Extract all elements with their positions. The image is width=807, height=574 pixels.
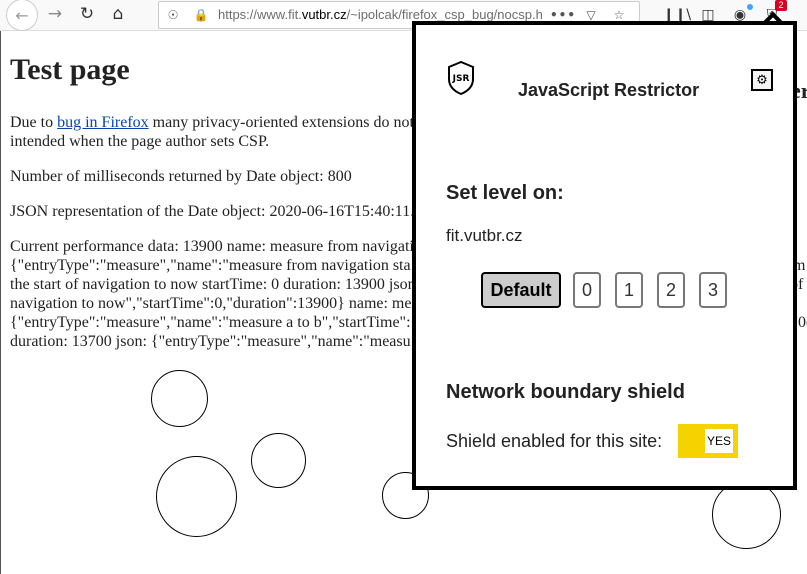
shield-label: Shield enabled for this site: (446, 431, 663, 451)
page-title: Test page (10, 53, 130, 86)
settings-button[interactable]: ⚙ (751, 69, 773, 91)
popup-title: JavaScript Restrictor (518, 80, 700, 100)
level-button-2[interactable]: 2 (657, 272, 685, 308)
jsr-popup: JSR JavaScript Restrictor ⚙ Set level on… (412, 21, 797, 490)
home-button[interactable]: ⌂ (103, 0, 133, 28)
level-button-3[interactable]: 3 (699, 272, 727, 308)
level-button-default[interactable]: Default (481, 272, 561, 308)
extension-badge: 2 (775, 0, 787, 11)
arrow-left-icon: ← (15, 5, 29, 25)
reload-icon: ↻ (79, 4, 95, 24)
set-level-title: Set level on: (446, 182, 564, 204)
reload-button[interactable]: ↻ (72, 0, 102, 28)
jsr-logo: JSR (448, 61, 474, 95)
shield-icon[interactable]: ☉ (165, 7, 181, 23)
circle-shape (712, 480, 781, 549)
svg-text:JSR: JSR (452, 74, 470, 84)
gear-icon: ⚙ (756, 72, 768, 88)
lock-icon[interactable]: 🔒 (193, 7, 209, 23)
back-button[interactable]: ← (6, 0, 38, 31)
level-domain: fit.vutbr.cz (446, 226, 523, 245)
forward-button[interactable]: → (40, 0, 70, 28)
shield-title: Network boundary shield (446, 381, 685, 403)
arrow-right-icon: → (47, 4, 63, 24)
circle-shape (251, 433, 306, 488)
bug-link[interactable]: bug in Firefox (57, 114, 149, 131)
notification-dot (747, 4, 753, 10)
level-button-0[interactable]: 0 (573, 272, 601, 308)
level-button-1[interactable]: 1 (615, 272, 643, 308)
shield-toggle-value: YES (705, 429, 733, 453)
home-icon: ⌂ (112, 4, 124, 24)
url-text[interactable]: https://www.fit.vutbr.cz/~ipolcak/firefo… (218, 7, 548, 22)
circle-shape (151, 370, 208, 427)
circle-shape (156, 456, 237, 537)
shield-toggle[interactable]: YES (678, 424, 738, 458)
